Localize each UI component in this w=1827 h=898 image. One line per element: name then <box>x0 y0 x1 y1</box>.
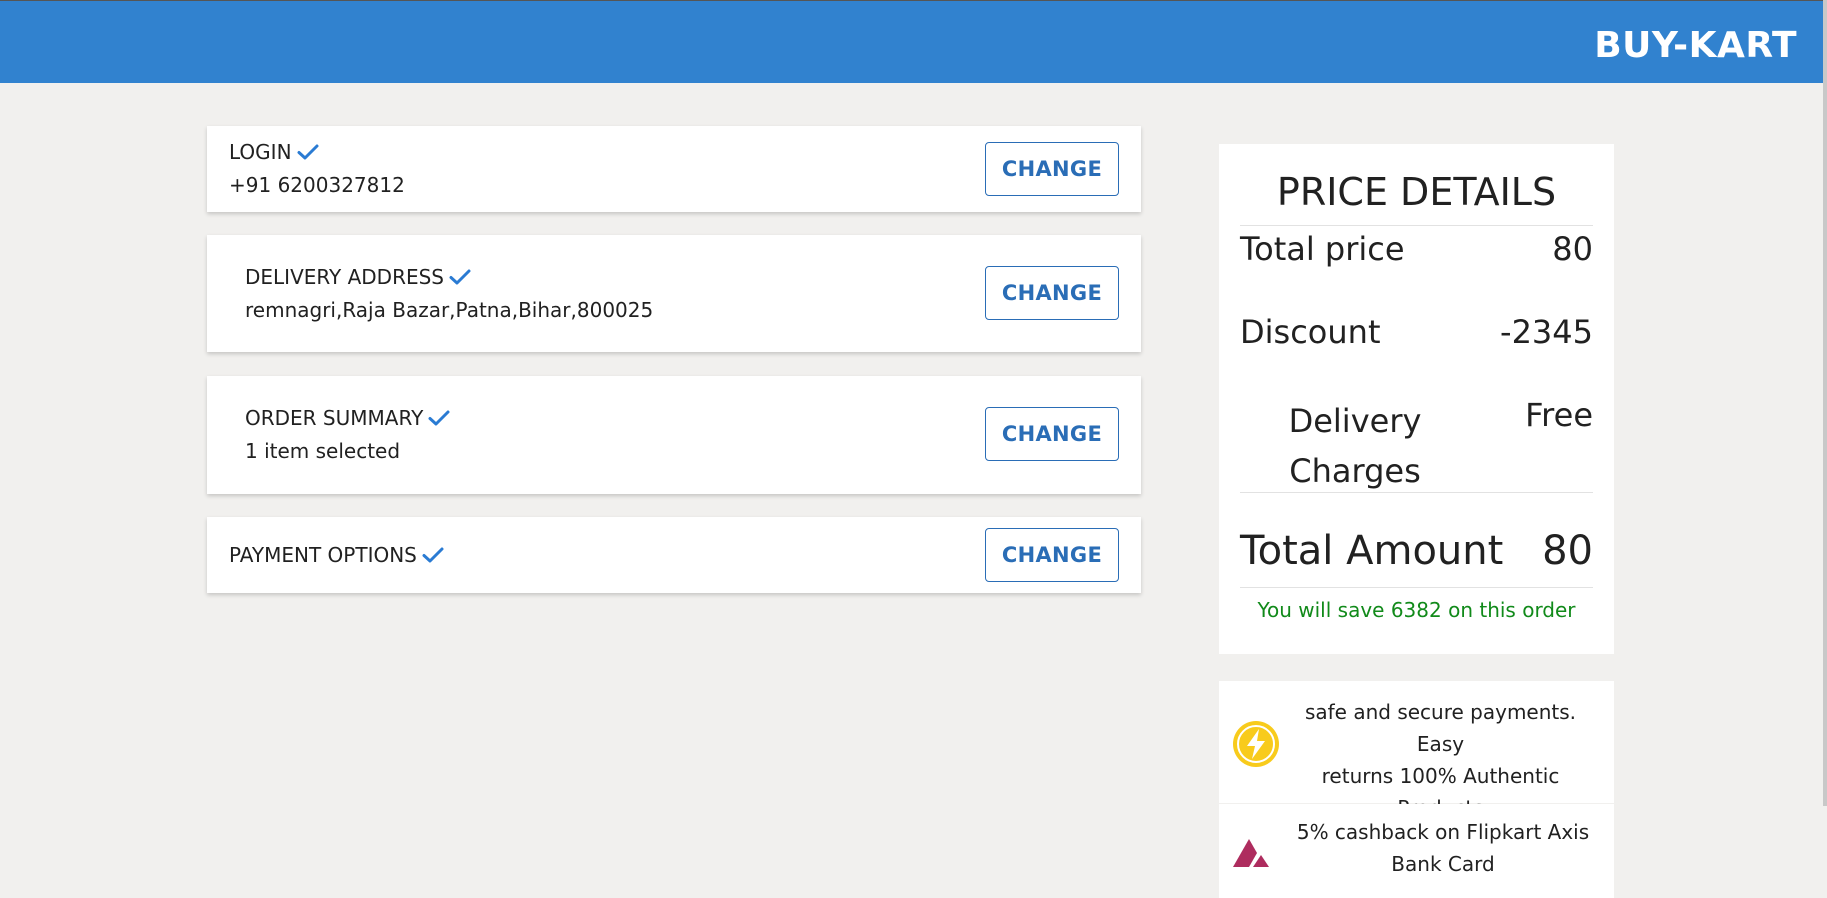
delivery-address-step-header: DELIVERY ADDRESS <box>245 265 472 289</box>
delivery-charges-value: Free <box>1525 396 1593 434</box>
check-icon <box>297 144 319 160</box>
total-amount-label: Total Amount <box>1240 528 1504 574</box>
total-price-label: Total price <box>1240 230 1405 268</box>
total-amount-value: 80 <box>1542 528 1593 574</box>
secure-payments-text-line1: safe and secure payments. Easy <box>1304 700 1577 756</box>
delivery-charges-label-line2: Charges <box>1289 452 1421 490</box>
top-navbar: BUY-KART <box>0 0 1827 83</box>
order-summary-step-header: ORDER SUMMARY <box>245 406 451 430</box>
lightning-bolt-icon <box>1233 721 1279 767</box>
payment-options-change-button[interactable]: CHANGE <box>985 528 1119 582</box>
check-icon <box>449 269 471 285</box>
discount-value: -2345 <box>1500 313 1593 351</box>
page-scrollbar[interactable] <box>1823 0 1827 806</box>
login-step-header: LOGIN <box>229 140 320 164</box>
delivery-address-text: remnagri,Raja Bazar,Patna,Bihar,800025 <box>245 298 654 322</box>
cashback-offer-info: 5% cashback on Flipkart Axis Bank Card <box>1219 804 1614 898</box>
price-details-title: PRICE DETAILS <box>1276 170 1557 214</box>
divider <box>1240 587 1593 588</box>
order-summary-count: 1 item selected <box>245 439 401 463</box>
check-icon <box>422 547 444 563</box>
delivery-address-change-button[interactable]: CHANGE <box>985 266 1119 320</box>
divider <box>1240 225 1593 226</box>
secure-payments-text-line2: returns 100% Authentic <box>1321 764 1560 788</box>
login-phone: +91 6200327812 <box>229 173 405 197</box>
delivery-address-step-card: DELIVERY ADDRESS remnagri,Raja Bazar,Pat… <box>207 235 1141 352</box>
delivery-charges-label: Delivery Charges <box>1240 396 1470 496</box>
discount-label: Discount <box>1240 313 1381 351</box>
secure-payments-info: safe and secure payments. Easy returns 1… <box>1219 681 1614 820</box>
total-price-value: 80 <box>1552 230 1593 268</box>
order-summary-step-card: ORDER SUMMARY 1 item selected CHANGE <box>207 376 1141 494</box>
payment-options-step-header: PAYMENT OPTIONS <box>229 543 445 567</box>
payment-options-step-card: PAYMENT OPTIONS CHANGE <box>207 517 1141 593</box>
cashback-offer-text: 5% cashback on Flipkart Axis Bank Card <box>1283 816 1603 880</box>
login-change-button[interactable]: CHANGE <box>985 142 1119 196</box>
order-summary-change-button[interactable]: CHANGE <box>985 407 1119 461</box>
savings-message: You will save 6382 on this order <box>1257 598 1576 622</box>
check-icon <box>428 410 450 426</box>
delivery-address-step-title: DELIVERY ADDRESS <box>245 265 444 289</box>
brand-logo[interactable]: BUY-KART <box>1594 25 1797 66</box>
price-details-panel: PRICE DETAILS Total price 80 Discount -2… <box>1219 144 1614 654</box>
axis-bank-logo-icon <box>1233 839 1269 867</box>
payment-options-step-title: PAYMENT OPTIONS <box>229 543 417 567</box>
divider <box>1240 492 1593 493</box>
login-step-title: LOGIN <box>229 140 292 164</box>
login-step-card: LOGIN +91 6200327812 CHANGE <box>207 126 1141 212</box>
delivery-charges-label-line1: Delivery <box>1288 402 1422 440</box>
cashback-offer-text-line1: 5% cashback on Flipkart Axis <box>1296 820 1590 844</box>
cashback-offer-text-line2: Bank Card <box>1391 852 1495 876</box>
order-summary-step-title: ORDER SUMMARY <box>245 406 424 430</box>
